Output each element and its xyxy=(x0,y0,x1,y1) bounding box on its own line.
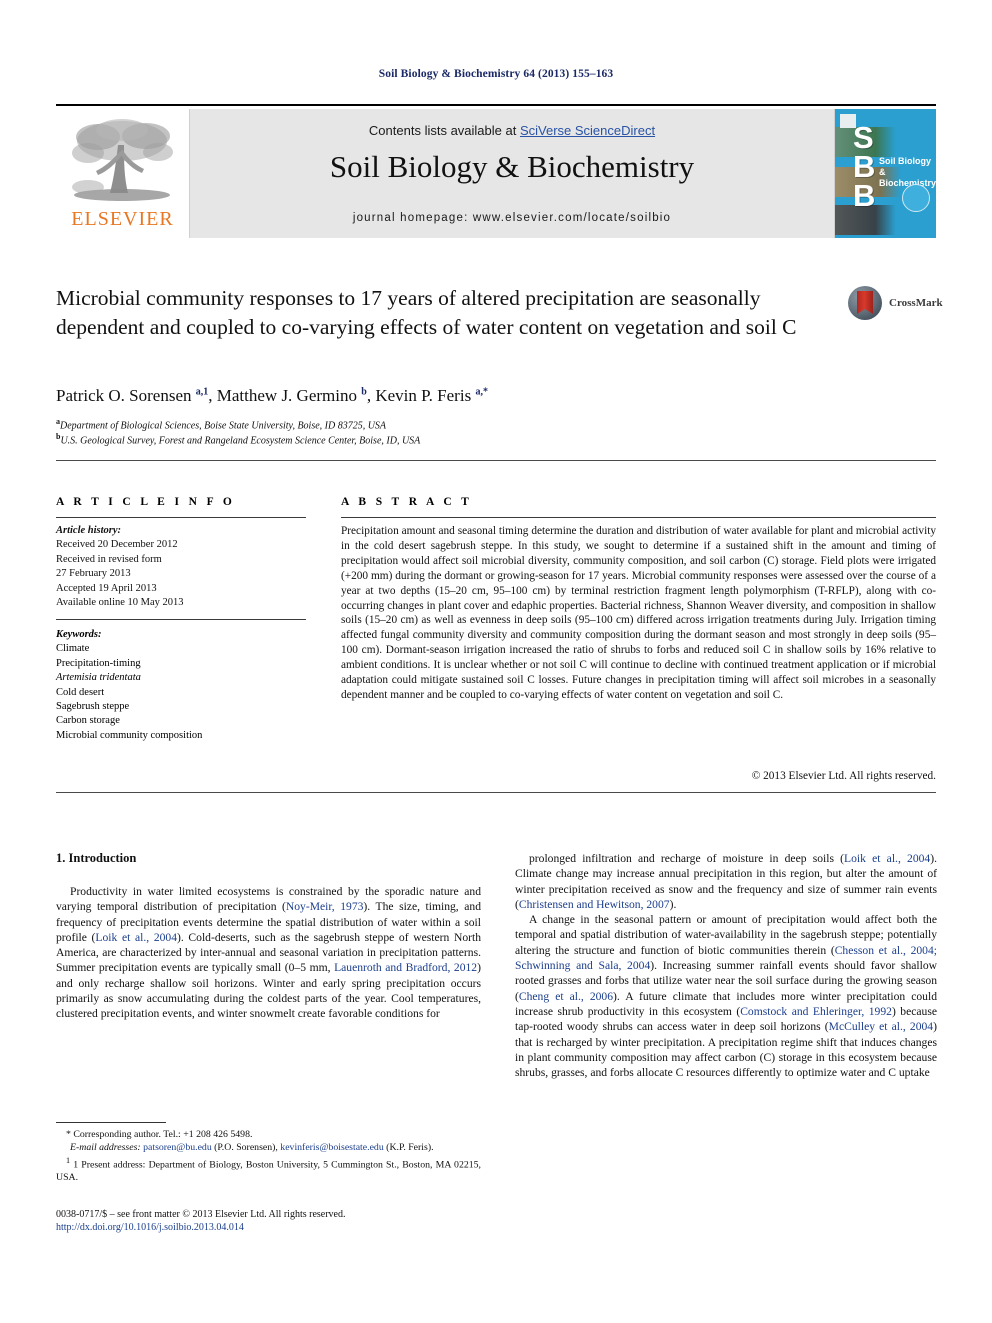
cover-initials: SBB xyxy=(853,120,876,213)
cover-society-badge xyxy=(902,184,930,212)
footnotes-block: * Corresponding author. Tel.: +1 208 426… xyxy=(56,1128,481,1184)
abstract-text: Precipitation amount and seasonal timing… xyxy=(341,525,936,701)
list-item: Carbon storage xyxy=(56,715,120,727)
corresponding-author-note: * Corresponding author. Tel.: +1 208 426… xyxy=(66,1129,253,1140)
list-item: Available online 10 May 2013 xyxy=(56,597,184,609)
elsevier-wordmark: ELSEVIER xyxy=(71,208,174,230)
present-address-note: 1 1 Present address: Department of Biolo… xyxy=(56,1156,481,1184)
issn-copyright-line: 0038-0717/$ – see front matter © 2013 El… xyxy=(56,1209,346,1220)
divider-info-mid xyxy=(56,619,306,620)
article-history-label: Article history: xyxy=(56,525,122,536)
paragraph: A change in the seasonal pattern or amou… xyxy=(515,913,937,1080)
doi-link[interactable]: http://dx.doi.org/10.1016/j.soilbio.2013… xyxy=(56,1221,496,1234)
list-item: Sagebrush steppe xyxy=(56,701,130,713)
list-item: 27 February 2013 xyxy=(56,568,131,580)
elsevier-logo: ELSEVIER xyxy=(56,109,190,238)
affiliation-b: bU.S. Geological Survey, Forest and Rang… xyxy=(56,432,421,447)
email-addresses-note[interactable]: E-mail addresses: patsoren@bu.edu (P.O. … xyxy=(56,1141,481,1154)
crossmark-label: CrossMark xyxy=(889,297,943,309)
divider-abstract-underline xyxy=(341,517,936,518)
article-history-lines: Received 20 December 2012 Received in rev… xyxy=(56,538,314,610)
footnote-rule xyxy=(56,1122,166,1123)
abstract-heading: A B S T R A C T xyxy=(341,496,473,508)
keywords-block: Keywords: Climate Precipitation-timing Art… xyxy=(56,628,314,743)
author-list: Patrick O. Sorensen a,1, Matthew J. Germ… xyxy=(56,386,488,405)
paragraph: Productivity in water limited ecosystems… xyxy=(56,885,481,1021)
journal-homepage[interactable]: journal homepage: www.elsevier.com/locat… xyxy=(190,212,834,224)
page-title: Microbial community responses to 17 year… xyxy=(56,286,797,339)
list-item: Received in revised form xyxy=(56,553,162,565)
affiliation-a: aDepartment of Biological Sciences, Bois… xyxy=(56,417,387,432)
cover-journal-name: Soil Biology & Biochemistry xyxy=(879,156,936,188)
list-item: Accepted 19 April 2013 xyxy=(56,582,157,594)
list-item: Precipitation-timing xyxy=(56,657,141,669)
journal-title: Soil Biology & Biochemistry xyxy=(329,149,695,184)
body-column-right: prolonged infiltration and recharge of m… xyxy=(515,851,937,1080)
crossmark-badge[interactable]: CrossMark xyxy=(848,286,943,320)
running-head: Soil Biology & Biochemistry 64 (2013) 15… xyxy=(378,68,614,80)
article-history-block: Article history: Received 20 December 20… xyxy=(56,524,314,610)
journal-article-page: Soil Biology & Biochemistry 64 (2013) 15… xyxy=(0,0,992,1323)
article-info-heading: A R T I C L E I N F O xyxy=(56,496,236,508)
divider-above-info xyxy=(56,460,936,461)
imprint-block: 0038-0717/$ – see front matter © 2013 El… xyxy=(56,1208,496,1234)
masthead-center: Contents lists available at SciVerse Sci… xyxy=(190,109,834,238)
list-item: Artemisia tridentata xyxy=(56,672,141,684)
list-item: Received 20 December 2012 xyxy=(56,539,178,551)
list-item: Microbial community composition xyxy=(56,729,203,741)
divider-below-abstract xyxy=(56,792,936,793)
abstract-copyright: © 2013 Elsevier Ltd. All rights reserved… xyxy=(751,770,936,782)
title-block: Microbial community responses to 17 year… xyxy=(56,284,826,342)
journal-masthead: ELSEVIER Contents lists available at Sci… xyxy=(56,104,936,238)
contents-prefix: Contents lists available at xyxy=(368,123,520,138)
divider-info-underline xyxy=(56,517,306,518)
section-heading-introduction: 1. Introduction xyxy=(56,851,137,865)
elsevier-tree-icon xyxy=(72,119,173,201)
crossmark-circle-icon xyxy=(848,286,882,320)
keyword-list: Climate Precipitation-timing Artemisia tri… xyxy=(56,642,314,743)
crossmark-book-icon xyxy=(857,291,873,314)
list-item: Climate xyxy=(56,643,90,655)
list-item: Cold desert xyxy=(56,686,105,698)
sciencedirect-link[interactable]: SciVerse ScienceDirect xyxy=(520,123,655,138)
keywords-label: Keywords: xyxy=(56,629,102,640)
journal-cover-thumbnail[interactable]: SBB Soil Biology & Biochemistry xyxy=(834,109,936,238)
contents-available-line: Contents lists available at SciVerse Sci… xyxy=(190,123,834,138)
body-column-left: Productivity in water limited ecosystems… xyxy=(56,884,481,1022)
paragraph: prolonged infiltration and recharge of m… xyxy=(515,852,937,911)
